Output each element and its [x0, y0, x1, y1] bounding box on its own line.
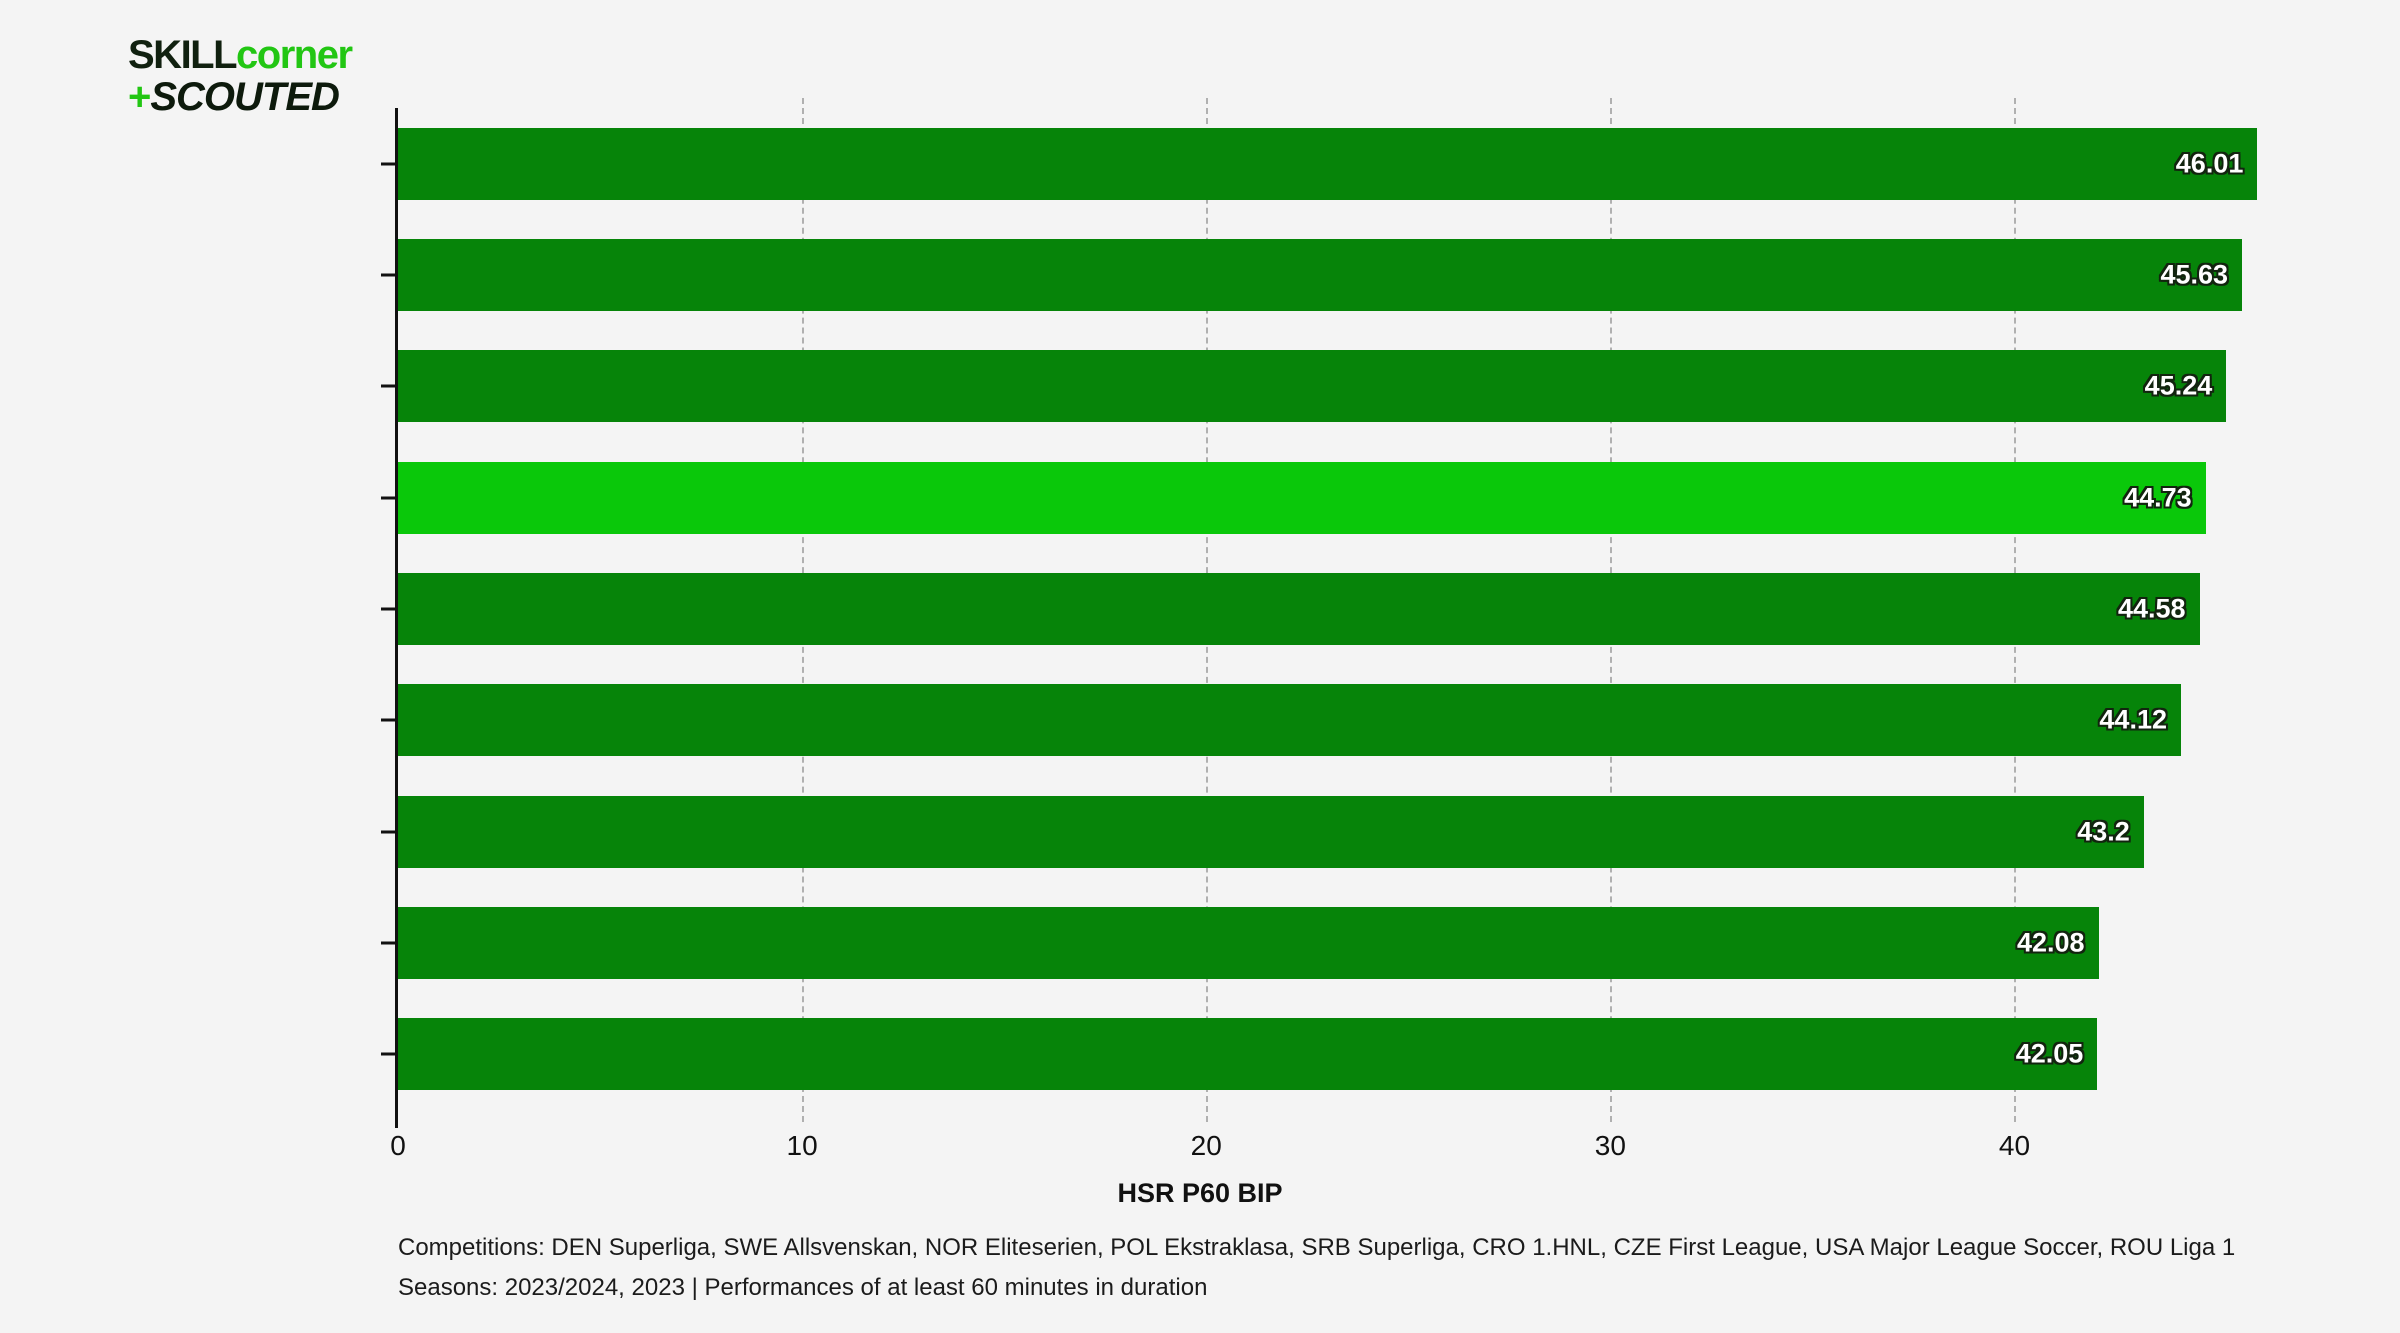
- logo-text-corner: corner: [236, 33, 353, 77]
- y-axis-tick-mark: [381, 941, 395, 945]
- y-axis-tick-mark: [381, 607, 395, 611]
- y-axis-tick-mark: [381, 162, 395, 166]
- bar-value-label: 45.24: [2144, 370, 2213, 401]
- bar-value-label: 44.58: [2118, 593, 2186, 624]
- logo-text-scouted: SCOUTED: [150, 75, 340, 119]
- bar-srb-superliga[interactable]: [398, 1018, 2098, 1091]
- bar-row[interactable]: 45.63: [398, 239, 2243, 311]
- x-axis-title: HSR P60 BIP: [1117, 1178, 1283, 1208]
- x-axis-tick-label-0: 0: [390, 1130, 406, 1161]
- x-axis-tick-label-40: 40: [1998, 1130, 2031, 1161]
- bar-value-label: 45.63: [2160, 259, 2229, 290]
- bar-value-label: 46.01: [2175, 148, 2244, 179]
- logo-line-one: SKILLcorner: [128, 33, 398, 77]
- y-axis-tick-mark: [381, 273, 395, 277]
- skillcorner-scouted-logo: SKILLcorner +SCOUTED: [128, 33, 398, 118]
- bar-row[interactable]: 42.08: [398, 907, 2099, 979]
- x-axis-tick-label-30: 30: [1594, 1130, 1626, 1161]
- y-axis-tick-mark: [381, 384, 395, 388]
- bar-value-label: 42.08: [2016, 927, 2085, 958]
- bar-value-label: 44.73: [2124, 482, 2192, 513]
- bar-row[interactable]: 45.24: [398, 350, 2227, 423]
- bar-chart-plot-area: 46.01 45.63 45.24 44.73 44.58 44.12 43.2 42.08 4…: [381, 98, 2358, 1161]
- logo-text-skill: SKILL: [128, 33, 238, 77]
- bar-value-label: 44.12: [2099, 704, 2167, 735]
- x-axis-origin-tick: [395, 1110, 398, 1128]
- bar-row[interactable]: 44.12: [398, 684, 2181, 757]
- bar-nor-eliteserien[interactable]: [398, 350, 2227, 423]
- y-axis-tick-mark: [381, 718, 395, 722]
- bar-row[interactable]: 43.2: [398, 795, 2144, 868]
- y-axis-tick-mark: [381, 830, 395, 834]
- footer-seasons-line: Seasons: 2023/2024, 2023 | Performances …: [398, 1274, 1208, 1301]
- bar-den-superliga[interactable]: [398, 907, 2099, 979]
- footer-competitions-line: Competitions: DEN Superliga, SWE Allsven…: [398, 1234, 2236, 1261]
- y-axis-tick-mark: [381, 496, 395, 500]
- bar-value-label: 42.05: [2015, 1038, 2084, 1069]
- bar-row[interactable]: 46.01: [398, 127, 2258, 200]
- logo-plus-icon: +: [128, 75, 151, 119]
- logo-line-two: +SCOUTED: [128, 76, 398, 118]
- x-axis-tick-label-20: 20: [1190, 1130, 1222, 1161]
- bar-usa-major-league-soccer[interactable]: [398, 461, 2206, 534]
- bar-row[interactable]: 42.05: [398, 1018, 2098, 1091]
- bar-swe-allsvenskan[interactable]: [398, 795, 2144, 868]
- y-axis-tick-mark: [381, 1052, 395, 1056]
- bar-cze-first-league[interactable]: [398, 127, 2258, 200]
- bar-cro-1-hnl[interactable]: [398, 684, 2181, 757]
- footer-notes: Competitions: DEN Superliga, SWE Allsven…: [398, 1228, 2298, 1308]
- bar-value-label: 43.2: [2077, 816, 2130, 847]
- bar-row[interactable]: 44.58: [398, 573, 2200, 645]
- bar-pol-ekstraklasa[interactable]: [398, 239, 2243, 311]
- bar-row[interactable]: 44.73: [398, 461, 2206, 534]
- x-axis-tick-label-10: 10: [786, 1130, 818, 1161]
- bar-rou-liga-1[interactable]: [398, 573, 2200, 645]
